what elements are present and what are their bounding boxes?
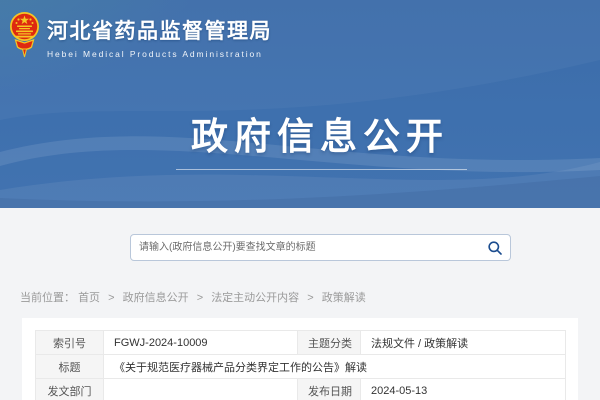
table-row: 发文部门 发布日期 2024-05-13 [36, 379, 566, 400]
page-title: 政府信息公开 [40, 106, 600, 160]
government-info-page: 河北省药品监督管理局 Hebei Medical Products Admini… [0, 0, 600, 400]
site-subtitle: Hebei Medical Products Administration [47, 49, 272, 59]
table-row: 标题 《关于规范医疗器械产品分类界定工作的公告》解读 [36, 355, 566, 379]
site-title: 河北省药品监督管理局 [47, 15, 272, 45]
breadcrumb-item-gov-info[interactable]: 政府信息公开 [123, 292, 189, 304]
document-card: 索引号 FGWJ-2024-10009 主题分类 法规文件 / 政策解读 标题 … [22, 318, 578, 400]
issuing-department-label: 发文部门 [36, 379, 104, 400]
search-input[interactable] [131, 235, 480, 260]
title-label: 标题 [36, 355, 104, 379]
brand-text: 河北省药品监督管理局 Hebei Medical Products Admini… [47, 11, 272, 59]
table-row: 索引号 FGWJ-2024-10009 主题分类 法规文件 / 政策解读 [36, 331, 566, 355]
index-number-label: 索引号 [36, 331, 104, 355]
breadcrumb-item-statutory-disclosure[interactable]: 法定主动公开内容 [211, 292, 299, 304]
publish-date-value: 2024-05-13 [361, 379, 566, 400]
topic-category-label: 主题分类 [298, 331, 361, 355]
breadcrumb-separator: > [197, 292, 203, 304]
topic-category-value: 法规文件 / 政策解读 [361, 331, 566, 355]
breadcrumb-prefix: 当前位置： [20, 292, 75, 304]
breadcrumb-item-policy-interpretation[interactable]: 政策解读 [322, 292, 366, 304]
breadcrumb-item-home[interactable]: 首页 [78, 292, 100, 304]
publish-date-label: 发布日期 [298, 379, 361, 400]
document-info-table: 索引号 FGWJ-2024-10009 主题分类 法规文件 / 政策解读 标题 … [35, 330, 566, 400]
banner-divider [176, 169, 467, 170]
issuing-department-value [104, 379, 298, 400]
breadcrumb: 当前位置： 首页 > 政府信息公开 > 法定主动公开内容 > 政策解读 [20, 289, 366, 305]
hero-banner: 河北省药品监督管理局 Hebei Medical Products Admini… [0, 0, 600, 208]
search-box [130, 234, 511, 261]
document-title-value: 《关于规范医疗器械产品分类界定工作的公告》解读 [104, 355, 566, 379]
china-national-emblem-icon [9, 11, 40, 58]
index-number-value: FGWJ-2024-10009 [104, 331, 298, 355]
site-brand[interactable]: 河北省药品监督管理局 Hebei Medical Products Admini… [9, 11, 272, 59]
search-icon [487, 240, 503, 256]
search-button[interactable] [480, 235, 510, 260]
breadcrumb-separator: > [108, 292, 114, 304]
breadcrumb-separator: > [307, 292, 313, 304]
